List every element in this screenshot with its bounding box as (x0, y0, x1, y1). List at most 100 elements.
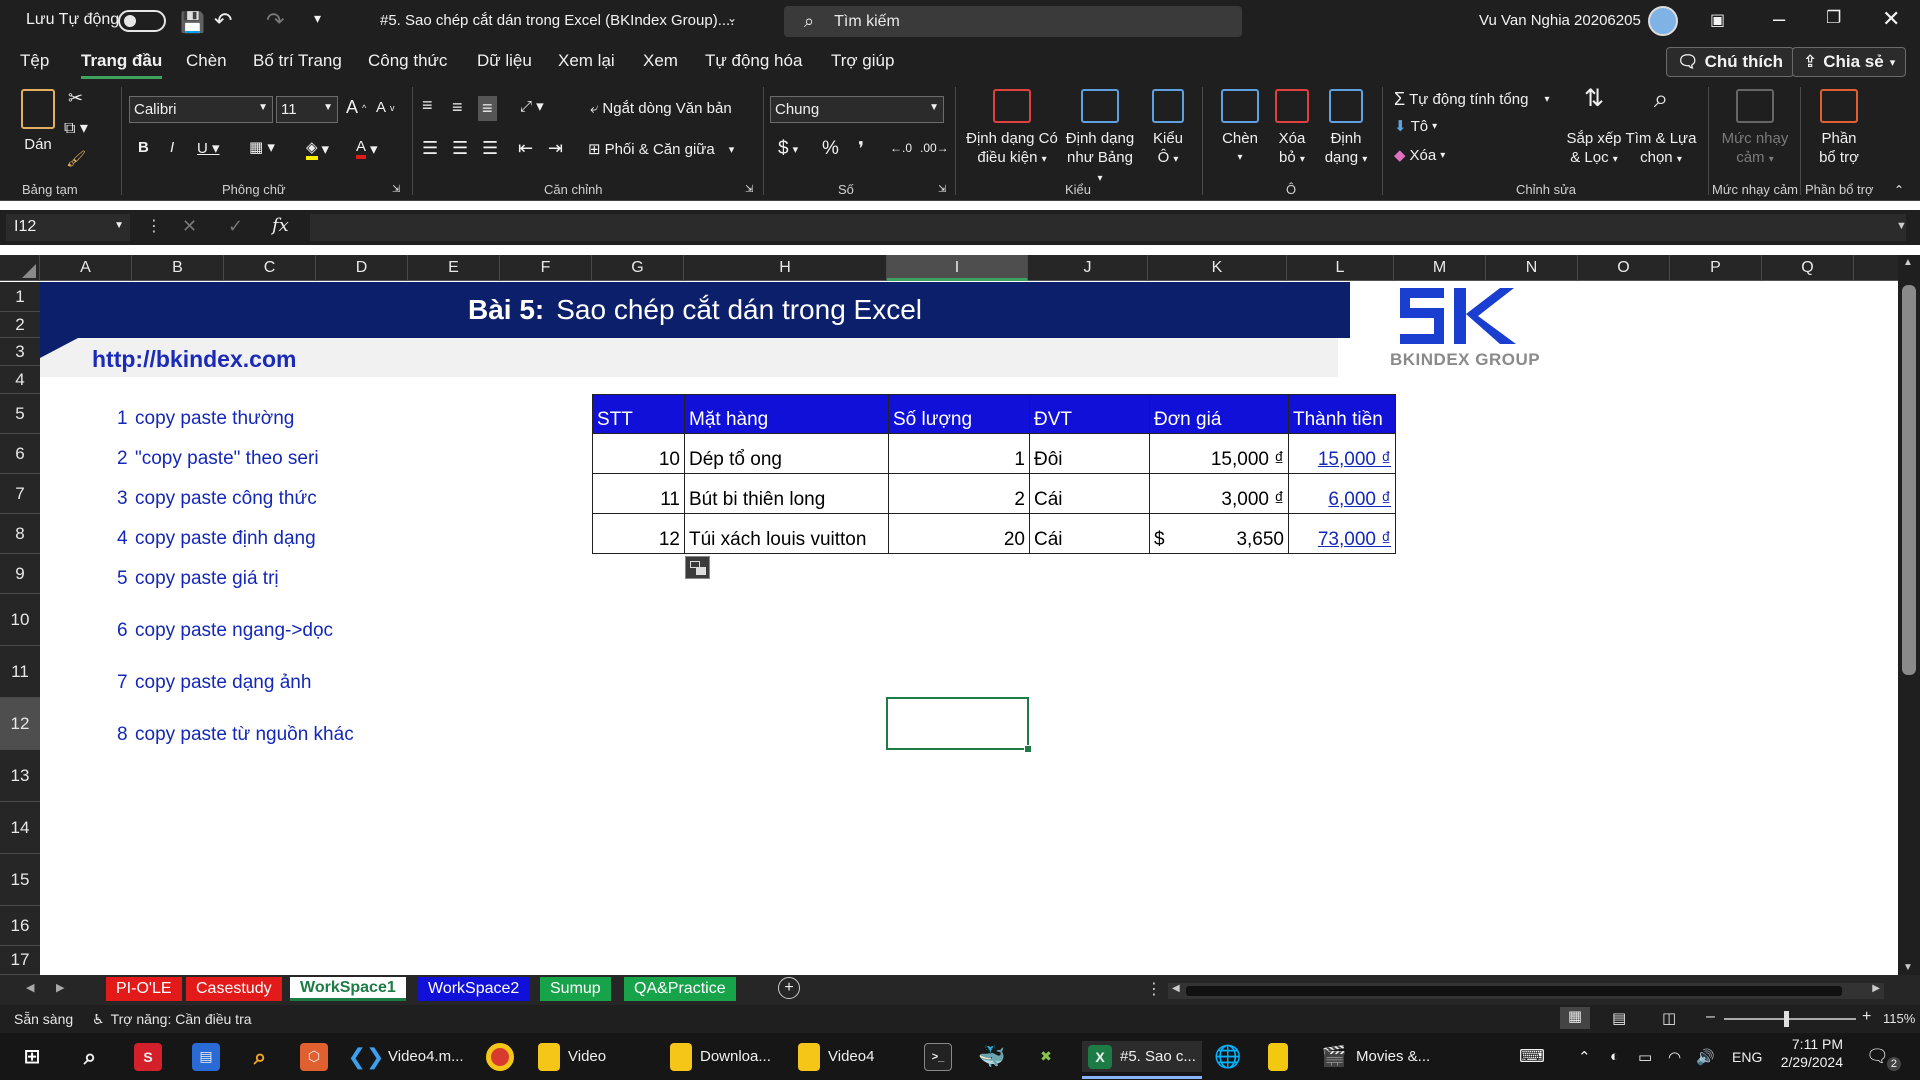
sensitivity-button[interactable]: Mức nhạy cảm ▾ (1718, 89, 1792, 169)
column-header[interactable]: D (316, 255, 408, 281)
tab-view[interactable]: Xem (643, 51, 678, 71)
taskbar-app[interactable]: 🐳 (978, 1041, 1006, 1072)
taskbar-app-excel[interactable]: X #5. Sao c... (1082, 1041, 1202, 1079)
currency-icon[interactable]: $ ▾ (778, 138, 798, 160)
user-name[interactable]: Vu Van Nghia 20206205 (1479, 12, 1641, 29)
title-chevron-icon[interactable]: ⌄ (727, 11, 737, 25)
row-header[interactable]: 16 (0, 906, 40, 946)
cell-item[interactable]: Túi xách louis vuitton (684, 513, 889, 554)
alignment-launcher-icon[interactable]: ⇲ (745, 184, 753, 195)
horizontal-scroll-thumb[interactable] (1186, 986, 1842, 996)
column-header[interactable]: K (1148, 255, 1287, 281)
delete-cells-button[interactable]: Xóa bỏ ▾ (1268, 89, 1316, 169)
taskbar-app[interactable]: >_ (924, 1041, 952, 1072)
column-header[interactable]: G (592, 255, 684, 281)
list-item[interactable]: 2 "copy paste" theo seri (117, 448, 319, 470)
restore-icon[interactable]: ❐ (1826, 8, 1841, 28)
row-header[interactable]: 1 (0, 282, 40, 312)
next-sheet-icon[interactable]: ▶ (56, 981, 64, 994)
decrease-decimal-icon[interactable]: .00→ (920, 141, 949, 155)
taskbar-app-folder[interactable]: Downloa... (670, 1041, 771, 1072)
row-header[interactable]: 8 (0, 514, 40, 554)
share-button[interactable]: ⇪ Chia sẻ ▾ (1792, 47, 1907, 77)
close-icon[interactable]: ✕ (1882, 6, 1900, 32)
scroll-down-icon[interactable]: ▼ (1903, 962, 1913, 973)
taskbar-app[interactable]: 🌐 (1214, 1041, 1242, 1072)
add-sheet-button[interactable]: + (778, 977, 800, 999)
find-select-button[interactable]: ⌕ Tìm & Lựa chọn ▾ (1624, 85, 1698, 169)
decrease-font-icon[interactable]: Av (376, 99, 395, 116)
borders-icon[interactable]: ▦ ▾ (249, 138, 275, 156)
accessibility-status[interactable]: ♿ Trợ năng: Cần điều tra (92, 1011, 252, 1028)
format-cells-button[interactable]: Định dạng ▾ (1320, 89, 1372, 169)
undo-icon[interactable]: ↶ (214, 8, 232, 34)
document-title[interactable]: #5. Sao chép cắt dán trong Excel (BKInde… (380, 12, 734, 29)
sheet-tab-active[interactable]: WorkSpace1 (290, 977, 406, 1001)
scroll-right-icon[interactable]: ▶ (1872, 983, 1880, 994)
tab-page-layout[interactable]: Bố trí Trang (253, 51, 342, 71)
cell-item[interactable]: Dép tổ ong (684, 433, 889, 474)
table-header[interactable]: Thành tiền (1288, 394, 1396, 434)
tab-insert[interactable]: Chèn (186, 51, 227, 71)
redo-icon[interactable]: ↷ (266, 8, 284, 34)
cell-price[interactable]: $3,650 (1149, 513, 1289, 554)
increase-indent-icon[interactable]: ⇥ (548, 138, 563, 159)
align-bottom-icon[interactable]: ≡ (478, 96, 497, 121)
tray-icon[interactable]: ▭ (1638, 1041, 1652, 1072)
comments-button[interactable]: 🗨 Chú thích (1666, 47, 1794, 77)
table-header[interactable]: Đơn giá (1149, 394, 1289, 434)
zoom-slider[interactable] (1724, 1011, 1856, 1027)
zoom-out-icon[interactable]: – (1706, 1008, 1715, 1026)
cell-item[interactable]: Bút bi thiên long (684, 473, 889, 514)
cell-total[interactable]: 73,000 ₫ (1288, 513, 1396, 554)
column-header[interactable]: E (408, 255, 500, 281)
page-layout-view-icon[interactable]: ▤ (1612, 1009, 1626, 1027)
column-header[interactable]: J (1028, 255, 1148, 281)
list-item[interactable]: 8 copy paste từ nguồn khác (117, 724, 354, 746)
tray-icon[interactable]: 🔊 (1696, 1041, 1715, 1072)
sort-filter-button[interactable]: ⇅ Sắp xếp & Lọc ▾ (1566, 87, 1622, 169)
autosave-toggle[interactable] (118, 10, 166, 32)
search-input[interactable]: ⌕ Tìm kiếm (784, 6, 1242, 37)
number-format-select[interactable]: Chung ▼ (770, 96, 944, 123)
notifications-button[interactable]: 🗨 2 (1866, 1041, 1901, 1072)
row-header-selected[interactable]: 12 (0, 698, 40, 750)
tab-file[interactable]: Tệp (20, 51, 49, 71)
align-top-icon[interactable]: ≡ (422, 95, 433, 116)
url-link[interactable]: http://bkindex.com (92, 346, 296, 373)
clear-button[interactable]: ◆ Xóa ▾ (1394, 146, 1445, 165)
fill-button[interactable]: ⬇ Tô ▾ (1394, 117, 1437, 136)
cell-stt[interactable]: 10 (592, 433, 685, 474)
percent-icon[interactable]: % (822, 138, 839, 160)
column-header[interactable]: Q (1762, 255, 1854, 281)
insert-function-icon[interactable]: fx (272, 215, 289, 236)
customize-qat-icon[interactable]: ▾ (314, 10, 321, 27)
column-header[interactable]: L (1287, 255, 1394, 281)
tray-icon[interactable]: ◐ (1610, 1041, 1619, 1072)
row-header[interactable]: 5 (0, 394, 40, 434)
cell-price[interactable]: 3,000 ₫ (1149, 473, 1289, 514)
cell-styles-button[interactable]: Kiểu Ô ▾ (1146, 89, 1190, 169)
name-box[interactable]: I12 ▼ (6, 214, 130, 241)
cell-qty[interactable]: 2 (888, 473, 1030, 514)
comma-style-icon[interactable]: ❜ (858, 138, 864, 161)
cell-price[interactable]: 15,000 ₫ (1149, 433, 1289, 474)
active-cell-selection[interactable] (886, 697, 1032, 753)
row-header[interactable]: 2 (0, 312, 40, 338)
font-color-icon[interactable]: A ▾ (356, 138, 378, 159)
column-header[interactable]: B (132, 255, 224, 281)
horizontal-scrollbar[interactable]: ◀ ▶ (1168, 983, 1884, 999)
select-all-corner[interactable] (0, 255, 40, 281)
tab-formulas[interactable]: Công thức (368, 51, 447, 71)
row-header[interactable]: 10 (0, 594, 40, 646)
align-right-icon[interactable]: ☰ (482, 138, 498, 159)
decrease-indent-icon[interactable]: ⇤ (518, 138, 533, 159)
fill-color-icon[interactable]: ◈ ▾ (306, 138, 329, 160)
tray-overflow[interactable]: ⌃ (1578, 1041, 1591, 1072)
tray-icon[interactable]: ◠ (1668, 1041, 1681, 1072)
bold-button[interactable]: B (138, 139, 149, 156)
tab-automate[interactable]: Tự động hóa (705, 51, 802, 71)
scroll-up-icon[interactable]: ▲ (1903, 257, 1913, 268)
cell-unit[interactable]: Cái (1029, 513, 1150, 554)
taskbar-app[interactable]: S (134, 1041, 162, 1072)
